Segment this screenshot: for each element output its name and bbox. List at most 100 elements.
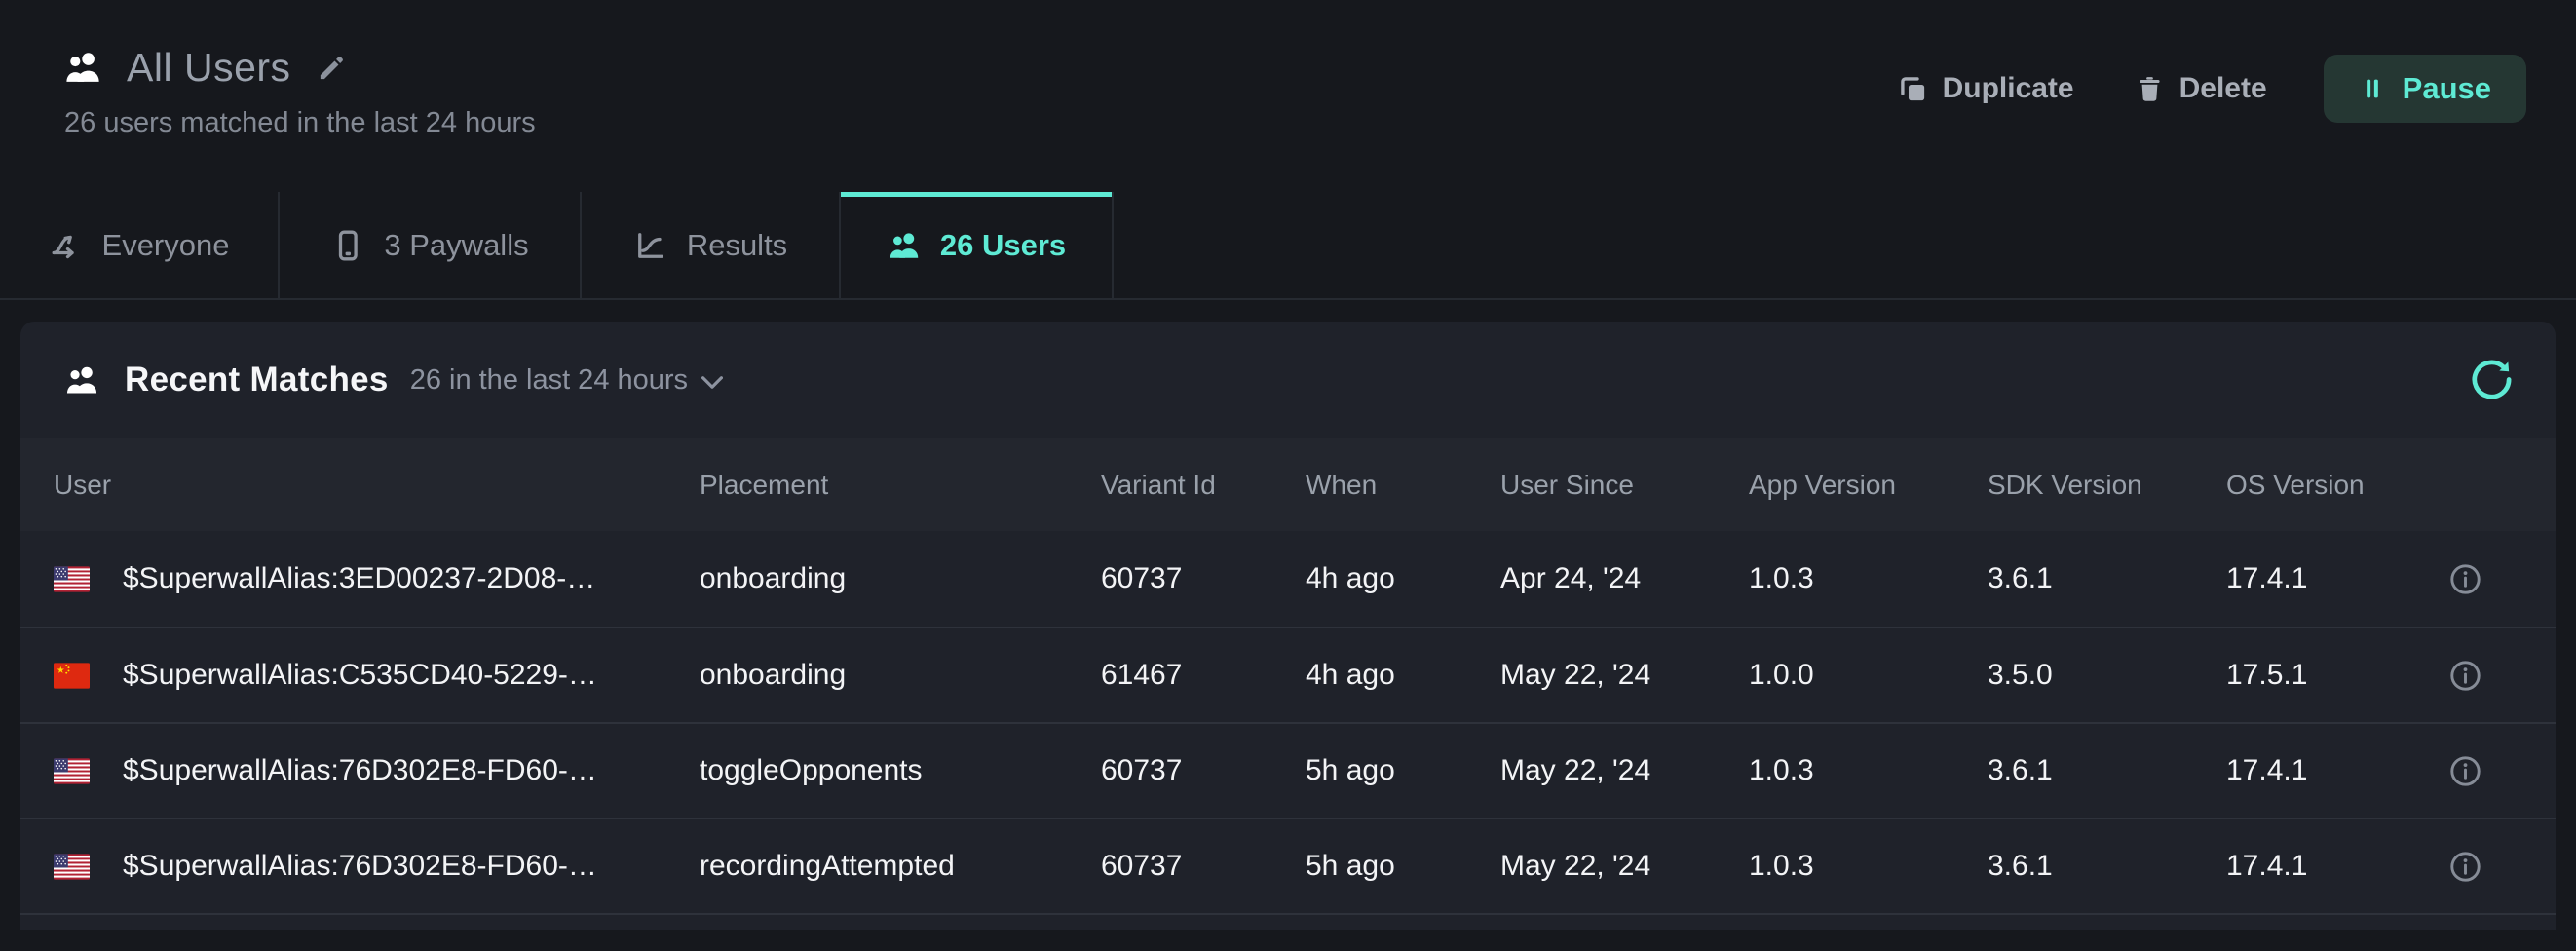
pause-button[interactable]: Pause bbox=[2324, 55, 2526, 123]
placement-cell: onboarding bbox=[700, 659, 1101, 692]
info-cell bbox=[2421, 659, 2509, 693]
table-row-partial[interactable]: $ bbox=[20, 913, 2556, 930]
user-since-cell: May 22, '24 bbox=[1500, 659, 1749, 692]
table-row[interactable]: $SuperwallAlias:3ED00237-2D08-… onboardi… bbox=[20, 531, 2556, 627]
tab-label: Results bbox=[687, 228, 787, 263]
refresh-icon bbox=[2469, 357, 2515, 402]
row-info-button[interactable] bbox=[2448, 659, 2482, 693]
duplicate-icon bbox=[1898, 74, 1928, 104]
sdk-version-cell: 3.6.1 bbox=[1988, 850, 2226, 883]
card-title: Recent Matches bbox=[125, 361, 389, 399]
sdk-version-cell: 3.6.1 bbox=[1988, 754, 2226, 787]
page-header: All Users 26 users matched in the last 2… bbox=[0, 0, 2576, 192]
duplicate-button[interactable]: Duplicate bbox=[1898, 72, 2074, 105]
column-header-os-version: OS Version bbox=[2226, 470, 2421, 501]
users-icon bbox=[887, 228, 922, 263]
delete-button[interactable]: Delete bbox=[2135, 72, 2267, 105]
column-header-app-version: App Version bbox=[1749, 470, 1988, 501]
user-cell: $SuperwallAlias:C535CD40-5229-… bbox=[54, 659, 700, 692]
tab-label: Everyone bbox=[102, 228, 230, 263]
tab-bar: Everyone 3 Paywalls Results 26 Users bbox=[0, 192, 2576, 300]
tab-users[interactable]: 26 Users bbox=[841, 192, 1114, 298]
os-version-cell: 17.5.1 bbox=[2226, 659, 2421, 692]
app-version-cell: 1.0.0 bbox=[1749, 659, 1988, 692]
variant-id-cell: 61467 bbox=[1101, 659, 1306, 692]
placement-cell: recordingAttempted bbox=[700, 850, 1101, 883]
user-id: $SuperwallAlias:3ED00237-2D08-… bbox=[123, 562, 595, 595]
when-cell: 5h ago bbox=[1306, 850, 1500, 883]
us-flag-icon bbox=[54, 758, 90, 784]
info-icon bbox=[2448, 850, 2482, 884]
pause-icon bbox=[2359, 75, 2386, 102]
page-title: All Users bbox=[127, 45, 291, 91]
sdk-version-cell: 3.5.0 bbox=[1988, 659, 2226, 692]
recent-matches-card: Recent Matches 26 in the last 24 hours U… bbox=[20, 322, 2556, 930]
column-header-user: User bbox=[54, 470, 700, 501]
sdk-version-cell: 3.6.1 bbox=[1988, 562, 2226, 595]
when-cell: 4h ago bbox=[1306, 659, 1500, 692]
user-since-cell: May 22, '24 bbox=[1500, 850, 1749, 883]
column-header-placement: Placement bbox=[700, 470, 1101, 501]
table-body: $SuperwallAlias:3ED00237-2D08-… onboardi… bbox=[20, 531, 2556, 930]
card-header: Recent Matches 26 in the last 24 hours bbox=[20, 322, 2556, 438]
pause-label: Pause bbox=[2403, 71, 2491, 106]
info-icon bbox=[2448, 659, 2482, 693]
tab-everyone[interactable]: Everyone bbox=[0, 192, 280, 298]
table-header-row: User Placement Variant Id When User Sinc… bbox=[20, 438, 2556, 531]
os-version-cell: 17.4.1 bbox=[2226, 754, 2421, 787]
table-row[interactable]: $SuperwallAlias:76D302E8-FD60-… toggleOp… bbox=[20, 722, 2556, 818]
row-info-button[interactable] bbox=[2448, 850, 2482, 884]
country-flag-icon bbox=[54, 663, 90, 689]
user-id: $SuperwallAlias:76D302E8-FD60-… bbox=[123, 754, 597, 787]
column-header-sdk-version: SDK Version bbox=[1988, 470, 2226, 501]
variant-id-cell: 60737 bbox=[1101, 754, 1306, 787]
country-flag-icon bbox=[54, 854, 90, 880]
info-icon bbox=[2448, 562, 2482, 596]
phone-icon bbox=[330, 228, 365, 263]
us-flag-icon bbox=[54, 854, 90, 880]
row-info-button[interactable] bbox=[2448, 754, 2482, 788]
variant-id-cell: 60737 bbox=[1101, 850, 1306, 883]
us-flag-icon bbox=[54, 566, 90, 592]
match-window-dropdown[interactable]: 26 in the last 24 hours bbox=[410, 364, 723, 397]
info-cell bbox=[2421, 562, 2509, 596]
column-header-variant-id: Variant Id bbox=[1101, 470, 1306, 501]
users-icon bbox=[62, 47, 103, 88]
delete-label: Delete bbox=[2179, 72, 2267, 105]
match-window-label: 26 in the last 24 hours bbox=[410, 364, 688, 397]
app-version-cell: 1.0.3 bbox=[1749, 562, 1988, 595]
main-area: Recent Matches 26 in the last 24 hours U… bbox=[0, 300, 2576, 930]
info-icon bbox=[2448, 754, 2482, 788]
header-actions: Duplicate Delete Pause bbox=[1898, 55, 2526, 123]
tab-label: 3 Paywalls bbox=[384, 228, 528, 263]
pencil-icon bbox=[317, 53, 347, 83]
chevron-down-icon bbox=[701, 376, 723, 389]
when-cell: 4h ago bbox=[1306, 562, 1500, 595]
when-cell: 5h ago bbox=[1306, 754, 1500, 787]
info-cell bbox=[2421, 850, 2509, 884]
info-cell bbox=[2421, 754, 2509, 788]
duplicate-label: Duplicate bbox=[1943, 72, 2074, 105]
tab-results[interactable]: Results bbox=[582, 192, 841, 298]
chart-line-icon bbox=[633, 228, 668, 263]
tab-paywalls[interactable]: 3 Paywalls bbox=[280, 192, 582, 298]
user-id: $SuperwallAlias:C535CD40-5229-… bbox=[123, 659, 597, 692]
placement-cell: onboarding bbox=[700, 562, 1101, 595]
app-version-cell: 1.0.3 bbox=[1749, 850, 1988, 883]
os-version-cell: 17.4.1 bbox=[2226, 850, 2421, 883]
os-version-cell: 17.4.1 bbox=[2226, 562, 2421, 595]
user-cell: $SuperwallAlias:76D302E8-FD60-… bbox=[54, 754, 700, 787]
user-cell: $SuperwallAlias:76D302E8-FD60-… bbox=[54, 850, 700, 883]
table-row[interactable]: $SuperwallAlias:76D302E8-FD60-… recordin… bbox=[20, 818, 2556, 913]
split-arrows-icon bbox=[49, 228, 84, 263]
edit-title-button[interactable] bbox=[317, 53, 347, 83]
refresh-button[interactable] bbox=[2469, 357, 2515, 402]
variant-id-cell: 60737 bbox=[1101, 562, 1306, 595]
users-icon bbox=[63, 361, 100, 399]
table-row[interactable]: $SuperwallAlias:C535CD40-5229-… onboardi… bbox=[20, 627, 2556, 722]
user-since-cell: May 22, '24 bbox=[1500, 754, 1749, 787]
row-info-button[interactable] bbox=[2448, 562, 2482, 596]
country-flag-icon bbox=[54, 758, 90, 784]
user-since-cell: Apr 24, '24 bbox=[1500, 562, 1749, 595]
trash-icon bbox=[2135, 74, 2165, 104]
